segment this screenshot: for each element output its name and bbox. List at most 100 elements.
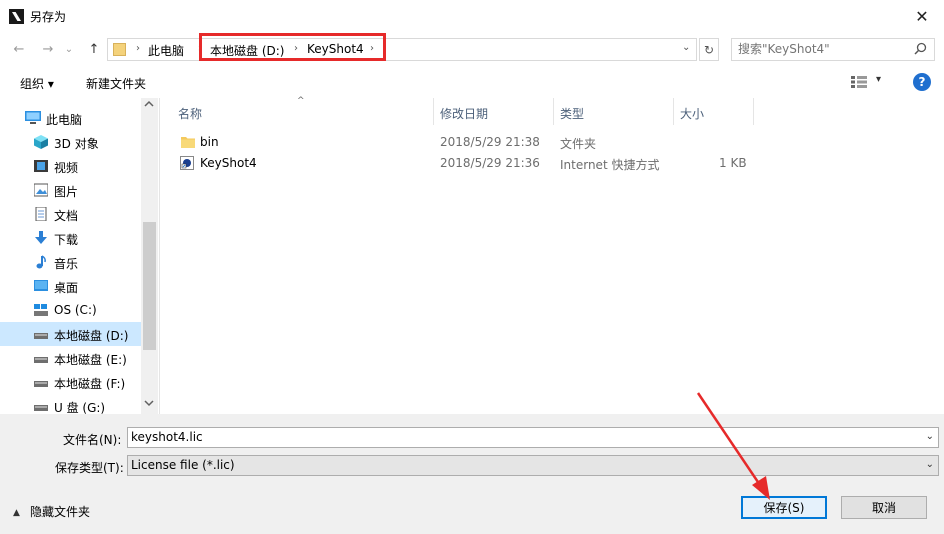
recent-locations-button[interactable]: ⌄	[62, 39, 76, 59]
drive-icon	[34, 351, 48, 365]
video-icon	[34, 159, 48, 173]
sidebar-item-drive-f[interactable]: 本地磁盘 (F:)	[0, 370, 141, 394]
forward-button[interactable]: →	[38, 39, 58, 59]
sidebar-item-this-pc[interactable]: 此电脑	[0, 106, 141, 130]
address-bar[interactable]: › 此电脑 › 本地磁盘 (D:) › KeyShot4 › ⌄	[107, 38, 697, 61]
sidebar-item-3d-objects[interactable]: 3D 对象	[0, 130, 141, 154]
file-date: 2018/5/29 21:38	[440, 135, 540, 149]
usb-drive-icon	[34, 399, 48, 413]
chevron-down-icon[interactable]: ⌄	[926, 431, 934, 442]
help-icon[interactable]: ?	[913, 73, 931, 91]
sidebar-item-label: 此电脑	[46, 113, 83, 127]
refresh-button[interactable]: ↻	[699, 38, 719, 61]
view-dropdown-icon[interactable]: ▾	[876, 74, 881, 85]
sidebar-item-label: 本地磁盘 (F:)	[54, 377, 126, 391]
file-name: bin	[200, 135, 219, 149]
download-icon	[34, 231, 48, 245]
organize-button[interactable]: 组织 ▾	[20, 75, 54, 92]
sidebar-item-pictures[interactable]: 图片	[0, 178, 141, 202]
sort-ascending-icon: ^	[297, 96, 305, 106]
folder-icon	[181, 135, 195, 149]
file-row-keyshot4[interactable]: KeyShot4 2018/5/29 21:36 Internet 快捷方式 1…	[160, 153, 944, 174]
file-size: 1 KB	[719, 156, 747, 170]
scroll-up-icon[interactable]	[144, 100, 154, 111]
sidebar-item-label: 3D 对象	[54, 137, 99, 151]
file-row-bin[interactable]: bin 2018/5/29 21:38 文件夹	[160, 132, 944, 153]
address-dropdown-icon[interactable]: ⌄	[682, 42, 690, 53]
search-icon	[914, 42, 927, 59]
desktop-icon	[34, 279, 48, 293]
sidebar-scrollbar[interactable]	[141, 98, 158, 414]
breadcrumb-separator: ›	[136, 43, 140, 54]
sidebar-item-label: 视频	[54, 161, 79, 175]
sidebar-item-label: 本地磁盘 (D:)	[54, 329, 129, 343]
toolbar: 组织 ▾ 新建文件夹 ▾ ?	[0, 66, 944, 98]
back-button[interactable]: ←	[9, 39, 29, 59]
view-options-icon[interactable]	[851, 76, 867, 88]
search-box[interactable]	[731, 38, 935, 61]
pictures-icon	[33, 183, 49, 197]
back-arrow-icon: ←	[13, 41, 25, 57]
collapse-arrow-icon[interactable]: ▲	[13, 508, 20, 518]
documents-icon	[34, 206, 48, 222]
scroll-down-icon[interactable]	[144, 399, 154, 410]
filetype-label: 保存类型(T):	[55, 461, 124, 475]
save-form: 文件名(N): keyshot4.lic ⌄ 保存类型(T): License …	[0, 414, 944, 534]
sidebar-item-os-c[interactable]: OS (C:)	[0, 298, 141, 322]
chevron-down-icon[interactable]: ⌄	[926, 459, 934, 470]
sidebar-item-downloads[interactable]: 下载	[0, 226, 141, 250]
column-header-label: 大小	[680, 107, 705, 121]
sidebar-item-videos[interactable]: 视频	[0, 154, 141, 178]
hide-folders-button[interactable]: 隐藏文件夹	[30, 503, 90, 520]
up-arrow-icon: ↑	[88, 41, 100, 57]
sidebar-item-drive-d[interactable]: 本地磁盘 (D:)	[0, 322, 141, 346]
breadcrumb-this-pc[interactable]: 此电脑	[148, 42, 184, 59]
column-header-label: 类型	[560, 107, 585, 121]
music-icon	[34, 255, 48, 269]
sidebar-item-label: 桌面	[54, 281, 79, 295]
search-input[interactable]	[738, 42, 908, 56]
column-header-label: 名称	[178, 107, 203, 121]
sidebar-item-documents[interactable]: 文档	[0, 202, 141, 226]
close-icon: ✕	[915, 6, 929, 26]
column-header-type[interactable]: 类型	[554, 98, 674, 125]
refresh-icon: ↻	[703, 42, 715, 57]
sidebar-item-label: 图片	[54, 185, 79, 199]
file-type: 文件夹	[560, 137, 597, 151]
internet-shortcut-icon	[180, 156, 194, 170]
column-header-date[interactable]: 修改日期	[434, 98, 554, 125]
folder-icon	[113, 43, 126, 56]
scrollbar-thumb[interactable]	[143, 222, 156, 350]
os-drive-icon	[34, 303, 48, 317]
chevron-down-icon: ⌄	[64, 43, 74, 55]
filename-field[interactable]: keyshot4.lic ⌄	[127, 427, 939, 448]
sidebar-item-music[interactable]: 音乐	[0, 250, 141, 274]
sidebar-item-desktop[interactable]: 桌面	[0, 274, 141, 298]
sidebar-item-label: 音乐	[54, 257, 79, 271]
sidebar-item-label: 文档	[54, 209, 79, 223]
column-header-label: 修改日期	[440, 107, 489, 121]
sidebar-item-drive-e[interactable]: 本地磁盘 (E:)	[0, 346, 141, 370]
new-folder-button[interactable]: 新建文件夹	[86, 75, 146, 92]
column-header-size[interactable]: 大小	[674, 98, 754, 125]
cancel-button[interactable]: 取消	[841, 496, 927, 519]
address-row: ← → ⌄ ↑ › 此电脑 › 本地磁盘 (D:) › KeyShot4 › ⌄…	[0, 32, 944, 66]
app-icon	[9, 9, 24, 24]
filename-value: keyshot4.lic	[131, 430, 203, 444]
file-date: 2018/5/29 21:36	[440, 156, 540, 170]
sidebar-item-label: 本地磁盘 (E:)	[54, 353, 127, 367]
address-highlight-annotation	[199, 33, 386, 61]
forward-arrow-icon: →	[42, 41, 54, 57]
close-button[interactable]: ✕	[900, 0, 944, 32]
drive-icon	[34, 327, 48, 341]
title-bar: 另存为 ✕	[0, 0, 944, 32]
save-button[interactable]: 保存(S)	[741, 496, 827, 519]
up-button[interactable]: ↑	[84, 39, 104, 59]
filename-label: 文件名(N):	[63, 433, 122, 447]
3d-objects-icon	[34, 135, 48, 149]
drive-icon	[34, 375, 48, 389]
navigation-pane: 此电脑 3D 对象 视频 图片 文档 下载 音乐 桌面 OS (C:) 本地磁盘…	[0, 98, 158, 415]
sidebar-item-label: OS (C:)	[54, 303, 97, 317]
sidebar-item-label: 下载	[54, 233, 79, 247]
filetype-select[interactable]: License file (*.lic) ⌄	[127, 455, 939, 476]
